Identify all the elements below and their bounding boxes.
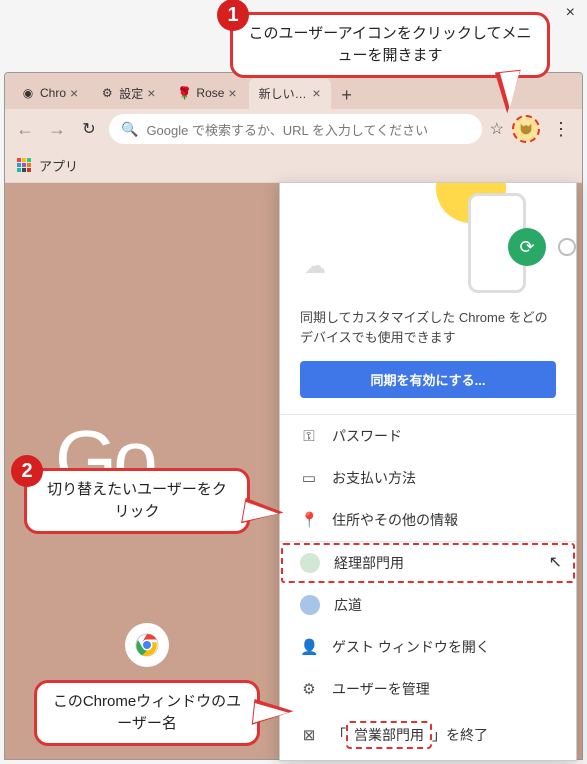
tab-title: 新しいタブ	[259, 85, 309, 102]
forward-button[interactable]: →	[45, 119, 69, 140]
guest-icon: 👤	[300, 638, 318, 656]
sync-description: 同期してカスタマイズした Chrome をどのデバイスでも使用できます	[280, 298, 576, 361]
tab[interactable]: ◉ Chro ×	[11, 77, 88, 109]
callout-pointer	[252, 699, 294, 729]
tab-close-icon[interactable]: ×	[147, 85, 155, 101]
user-avatar-icon	[300, 553, 320, 573]
reload-button[interactable]: ↻	[77, 119, 101, 139]
menu-label: パスワード	[332, 426, 402, 446]
sync-icon: ⟳	[508, 228, 546, 266]
apps-label[interactable]: アプリ	[39, 156, 78, 175]
tab-close-icon[interactable]: ×	[70, 85, 78, 101]
back-button[interactable]: ←	[13, 119, 37, 140]
menu-label: 広道	[334, 595, 362, 615]
menu-exit-profile[interactable]: ⊠ 「営業部門用」を終了	[280, 710, 576, 760]
user-avatar-icon	[300, 595, 320, 615]
chrome-icon	[135, 633, 159, 657]
callout-text: 切り替えたいユーザーをクリック	[47, 481, 227, 520]
callout-text: このユーザーアイコンをクリックしてメニューを開きます	[249, 25, 532, 64]
menu-payments[interactable]: ▭ お支払い方法	[280, 457, 576, 499]
menu-addresses[interactable]: 📍 住所やその他の情報	[280, 499, 576, 541]
menu-label: お支払い方法	[332, 468, 416, 488]
cloud-icon: ☁	[304, 253, 326, 279]
shortcut-chrome[interactable]	[125, 623, 169, 667]
menu-label: 住所やその他の情報	[332, 510, 458, 530]
current-user-name: 営業部門用	[346, 721, 432, 749]
new-tab-button[interactable]: +	[333, 81, 361, 109]
window-close-button[interactable]: ×	[566, 4, 575, 22]
bookmark-star-icon[interactable]: ☆	[490, 119, 504, 139]
gear-icon: ⚙	[300, 680, 318, 698]
rose-favicon: 🌹	[177, 86, 191, 100]
avatar-cat-icon	[518, 121, 534, 137]
chrome-favicon: ◉	[21, 86, 35, 100]
enable-sync-button[interactable]: 同期を有効にする...	[300, 361, 556, 398]
omnibox[interactable]: 🔍 Google で検索するか、URL を入力してください	[109, 114, 482, 144]
menu-passwords[interactable]: ⚿ パスワード	[280, 415, 576, 457]
callout-text: このChromeウィンドウのユーザー名	[53, 693, 241, 732]
pin-icon: 📍	[300, 511, 318, 529]
menu-label: ユーザーを管理	[332, 679, 430, 699]
callout-number: 2	[11, 455, 43, 487]
callout-number: 1	[217, 0, 249, 31]
apps-grid-icon[interactable]	[17, 158, 33, 174]
dot-graphic	[558, 238, 576, 256]
callout-1: 1 このユーザーアイコンをクリックしてメニューを開きます	[230, 12, 550, 78]
menu-guest-window[interactable]: 👤 ゲスト ウィンドウを開く	[280, 626, 576, 668]
card-icon: ▭	[300, 469, 318, 487]
menu-label: 「営業部門用」を終了	[332, 721, 488, 749]
menu-kebab-icon[interactable]: ⋮	[548, 119, 574, 140]
tab[interactable]: ⚙ 設定 ×	[90, 77, 165, 109]
menu-other-user[interactable]: 広道	[280, 584, 576, 626]
settings-favicon: ⚙	[100, 86, 114, 100]
menu-label: ゲスト ウィンドウを開く	[332, 637, 490, 657]
tab-title: 設定	[119, 85, 143, 102]
tab-title: Rose	[196, 86, 224, 100]
search-icon: 🔍	[121, 121, 138, 138]
menu-manage-users[interactable]: ⚙ ユーザーを管理	[280, 668, 576, 710]
callout-3: このChromeウィンドウのユーザー名	[34, 680, 260, 746]
menu-label: 経理部門用	[334, 553, 404, 573]
exit-icon: ⊠	[300, 726, 318, 744]
omnibox-placeholder: Google で検索するか、URL を入力してください	[146, 120, 428, 139]
tab-active[interactable]: 新しいタブ ×	[249, 77, 331, 109]
cursor-icon: ↖	[549, 552, 562, 572]
tab[interactable]: 🌹 Rose ×	[167, 77, 246, 109]
menu-switch-user[interactable]: 経理部門用 ↖	[280, 542, 576, 584]
profile-hero: ⟳ ☁	[280, 183, 576, 298]
profile-avatar-button[interactable]	[512, 115, 540, 143]
address-bar: ← → ↻ 🔍 Google で検索するか、URL を入力してください ☆ ⋮	[5, 109, 582, 149]
key-icon: ⚿	[300, 428, 318, 445]
callout-pointer	[495, 69, 525, 113]
profile-menu: ⟳ ☁ 同期してカスタマイズした Chrome をどのデバイスでも使用できます …	[279, 182, 577, 761]
tab-close-icon[interactable]: ×	[312, 85, 320, 101]
callout-2: 2 切り替えたいユーザーをクリック	[24, 468, 250, 534]
tab-close-icon[interactable]: ×	[228, 85, 236, 101]
bookmarks-bar: アプリ	[5, 149, 582, 183]
tab-title: Chro	[40, 86, 66, 100]
